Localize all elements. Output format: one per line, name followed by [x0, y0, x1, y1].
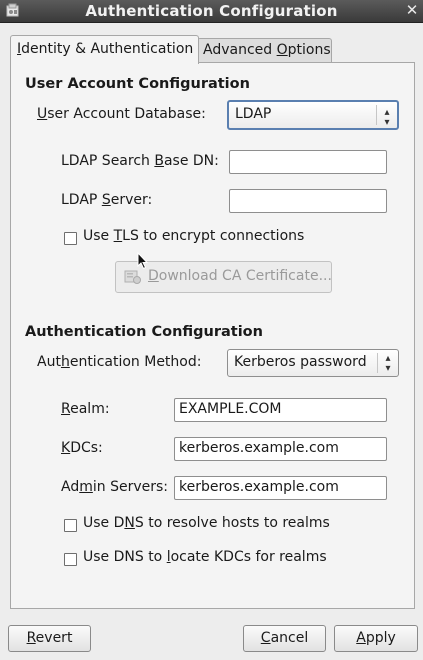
input-value: kerberos.example.com	[179, 440, 339, 456]
kdcs-input[interactable]: kerberos.example.com	[174, 437, 387, 461]
label-part: in Servers:	[92, 479, 168, 495]
tab-label-part: Advanced	[203, 42, 277, 58]
user-account-database-label: User Account Database:	[37, 106, 206, 122]
combo-value: LDAP	[235, 106, 272, 122]
label-part: Aut	[37, 354, 61, 370]
label-part: LDAP Search	[61, 153, 155, 169]
authentication-section-title: Authentication Configuration	[25, 324, 263, 340]
dns-resolve-realms-checkbox[interactable]	[64, 519, 77, 532]
label-part: ealm:	[70, 401, 110, 417]
ldap-server-input[interactable]	[229, 189, 387, 213]
kdcs-label: KDCs:	[61, 440, 103, 456]
label-part: LDAP	[61, 192, 102, 208]
combo-separator	[377, 353, 378, 373]
label-part: evert	[35, 630, 73, 646]
revert-button[interactable]: Revert	[8, 625, 91, 652]
combo-separator	[376, 105, 377, 125]
ldap-search-base-input[interactable]	[229, 150, 387, 174]
label-mnemonic: S	[101, 192, 111, 208]
label-part: DCs:	[70, 440, 103, 456]
tab-label-part: ptions	[287, 42, 331, 58]
label-part: Use D	[83, 515, 125, 531]
window-title: Authentication Configuration	[85, 2, 338, 20]
authentication-method-select[interactable]: Kerberos password ▴ ▾	[227, 349, 399, 377]
tab-label: Identity & Authentication	[17, 41, 193, 57]
apply-button[interactable]: Apply	[334, 625, 418, 652]
cancel-button[interactable]: Cancel	[243, 625, 326, 652]
label-mnemonic: K	[61, 440, 71, 456]
user-account-database-select[interactable]: LDAP ▴ ▾	[227, 100, 399, 130]
label-mnemonic: A	[356, 630, 366, 646]
label-mnemonic: C	[260, 630, 271, 646]
authentication-method-label: Authentication Method:	[37, 354, 201, 370]
label-mnemonic: B	[154, 153, 164, 169]
label-mnemonic: R	[26, 630, 36, 646]
realm-label: Realm:	[61, 401, 110, 417]
spinner-arrows-icon: ▴ ▾	[384, 107, 390, 128]
close-icon[interactable]: ✕	[404, 1, 420, 19]
spinner-arrows-icon: ▴ ▾	[385, 353, 391, 374]
label-part: Ad	[61, 479, 80, 495]
dns-resolve-realms-label[interactable]: Use DNS to resolve hosts to realms	[83, 515, 330, 531]
label-part: Use DNS to	[83, 549, 167, 565]
user-account-section-title: User Account Configuration	[25, 76, 250, 92]
tab-mnemonic: O	[276, 42, 288, 58]
label-mnemonic: U	[37, 106, 48, 122]
tab-label-part: dentity & Authentication	[21, 41, 194, 57]
label-part: Use	[83, 228, 114, 244]
tls-checkbox[interactable]	[64, 232, 77, 245]
label-part: ser Account Database:	[47, 106, 206, 122]
mouse-pointer-icon	[137, 251, 149, 270]
ldap-search-base-label: LDAP Search Base DN:	[61, 153, 219, 169]
input-value: kerberos.example.com	[179, 479, 339, 495]
label-part: erver:	[110, 192, 153, 208]
label-mnemonic: h	[60, 354, 70, 370]
dns-locate-kdcs-checkbox[interactable]	[64, 553, 77, 566]
label-mnemonic: D	[148, 268, 159, 284]
label-part: ase DN:	[163, 153, 219, 169]
tab-identity-authentication[interactable]: Identity & Authentication	[10, 35, 199, 64]
label-part: entication Method:	[69, 354, 202, 370]
dns-locate-kdcs-label[interactable]: Use DNS to locate KDCs for realms	[83, 549, 327, 565]
tls-checkbox-label[interactable]: Use TLS to encrypt connections	[83, 228, 304, 244]
label-part: ocate KDCs for realms	[170, 549, 327, 565]
label-mnemonic: T	[113, 228, 123, 244]
label-mnemonic: N	[124, 515, 135, 531]
admin-servers-label: Admin Servers:	[61, 479, 168, 495]
admin-servers-input[interactable]: kerberos.example.com	[174, 476, 387, 500]
label-part: LS to encrypt connections	[122, 228, 305, 244]
download-button-label: Download CA Certificate...	[148, 268, 332, 284]
input-value: EXAMPLE.COM	[179, 401, 282, 417]
label-mnemonic: m	[79, 479, 93, 495]
label-mnemonic: R	[61, 401, 71, 417]
tab-label: Advanced Options	[203, 42, 331, 58]
label-part: ownload CA Certificate...	[158, 268, 332, 284]
label-part: pply	[365, 630, 396, 646]
label-part: ancel	[270, 630, 309, 646]
label-part: S to resolve hosts to realms	[134, 515, 330, 531]
tab-advanced-options[interactable]: Advanced Options	[197, 38, 332, 63]
realm-input[interactable]: EXAMPLE.COM	[174, 398, 387, 422]
combo-value: Kerberos password	[234, 354, 367, 370]
ldap-server-label: LDAP Server:	[61, 192, 152, 208]
certificate-icon	[124, 269, 142, 285]
